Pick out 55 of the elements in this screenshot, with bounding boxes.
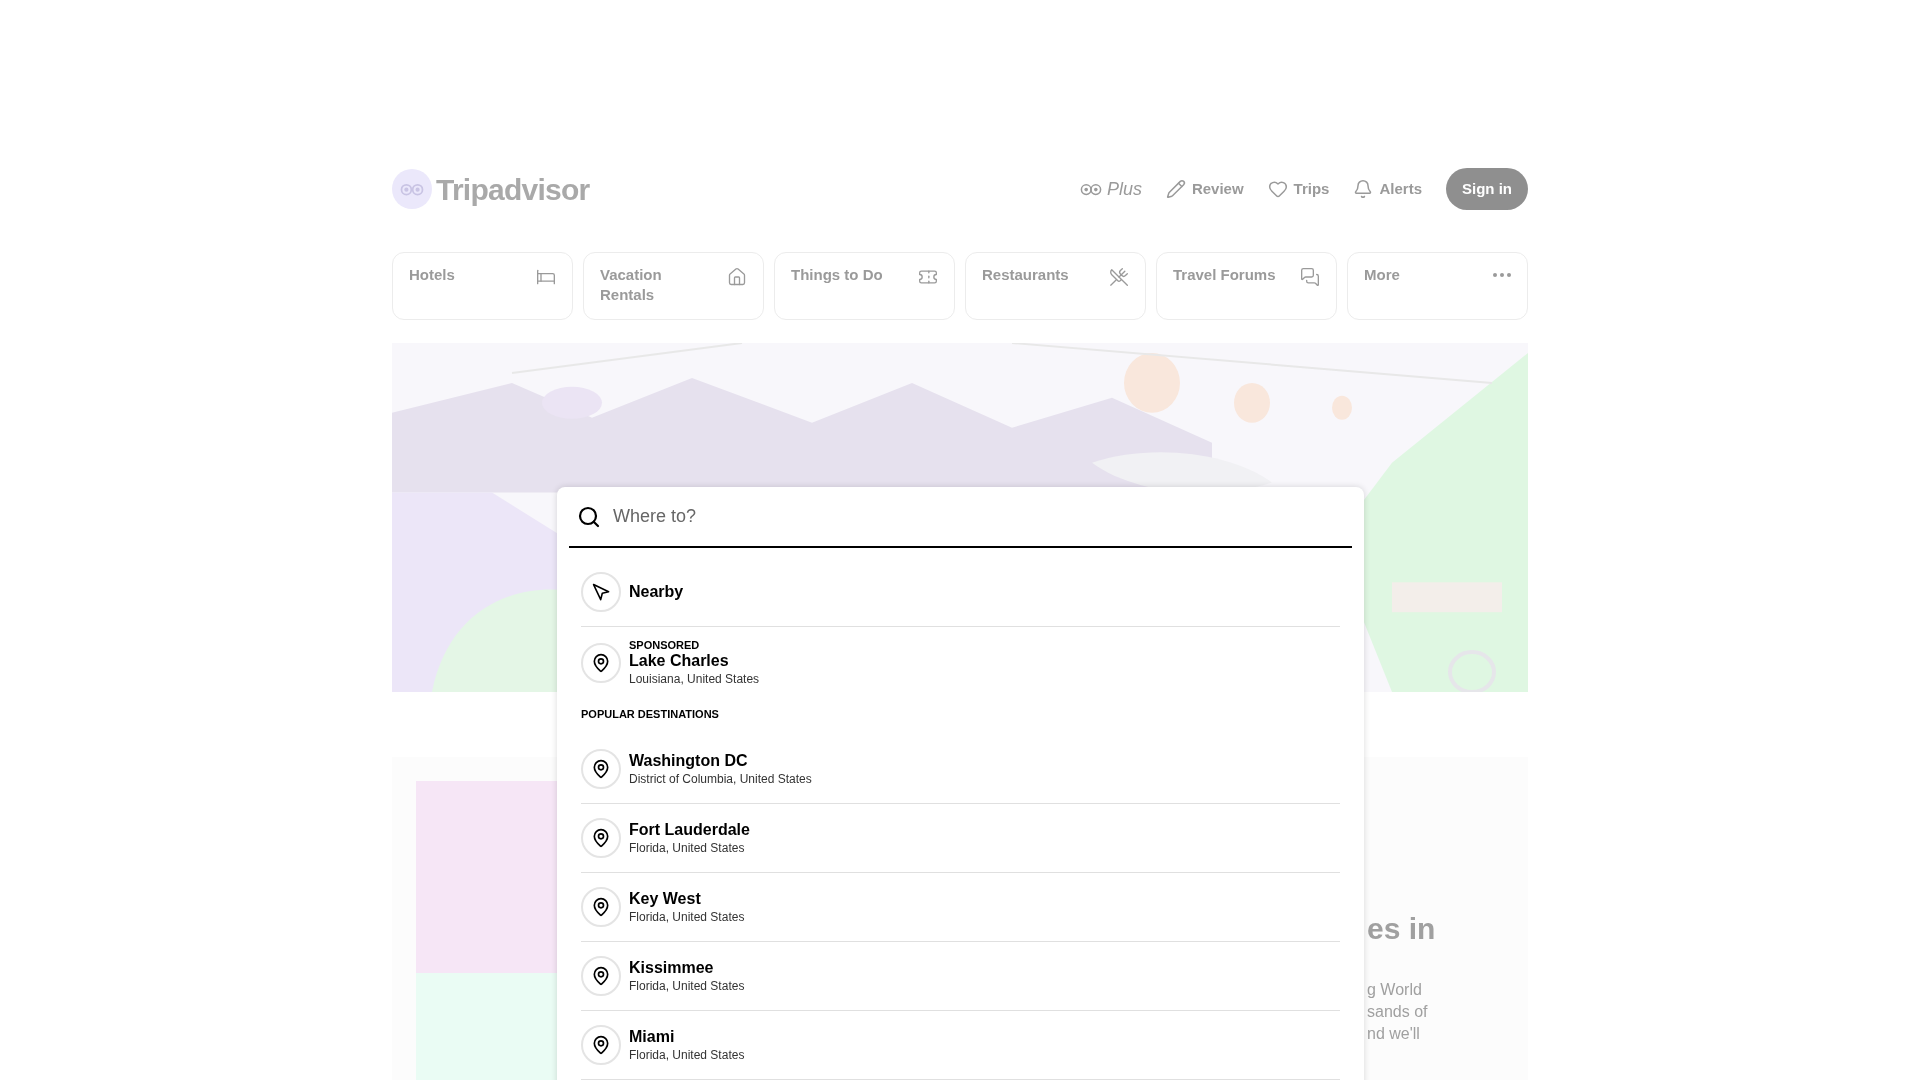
body-text-line: g World (1367, 980, 1423, 1000)
destination-region: Florida, United States (629, 977, 745, 994)
header-link[interactable]: Review (1165, 177, 1244, 201)
logo-wordmark[interactable]: Tripadvisor (436, 166, 590, 212)
category-tab[interactable]: Vacation Rentals (583, 252, 764, 320)
category-tab[interactable]: Things to Do (774, 252, 955, 320)
bell-icon (1353, 179, 1374, 199)
destination-region: District of Columbia, United States (629, 770, 812, 787)
section-label: POPULAR DESTINATIONS (581, 707, 720, 722)
suggestion-item[interactable]: Kissimmee Florida, United States (581, 941, 1340, 1011)
pencil-icon (1165, 179, 1186, 199)
header-link[interactable]: Trips (1267, 177, 1330, 201)
heart-icon (1267, 179, 1288, 199)
section-heading: es in (1367, 911, 1436, 947)
owl-eyes-icon (1078, 181, 1103, 197)
destination-region: Florida, United States (629, 908, 745, 925)
suggestion-item[interactable]: Key West Florida, United States (581, 872, 1340, 942)
destination-name: Miami (629, 1026, 676, 1047)
body-text-line: sands of (1367, 1002, 1429, 1022)
suggestion-item[interactable]: Miami Florida, United States (581, 1010, 1340, 1080)
utensils-icon (1109, 267, 1129, 287)
category-tab[interactable]: Hotels (392, 252, 573, 320)
location-pin-icon (581, 886, 621, 927)
category-tab[interactable]: Restaurants (965, 252, 1146, 320)
owl-logo-icon (392, 169, 432, 209)
suggestion-item[interactable]: Washington DC District of Columbia, United States (581, 734, 1340, 804)
destination-region: Louisiana, United States (629, 670, 760, 687)
sponsored-label: SPONSORED (629, 638, 701, 651)
location-pin-icon (581, 748, 621, 789)
location-pin-icon (581, 1024, 621, 1065)
sign-in-button[interactable]: Sign in (1446, 168, 1528, 210)
chat-icon (1300, 267, 1320, 287)
destination-name: Kissimmee (629, 957, 715, 978)
destination-region: Florida, United States (629, 839, 746, 856)
house-icon (727, 267, 747, 287)
body-text-line: nd we'll (1367, 1024, 1421, 1044)
more-icon (1493, 273, 1511, 277)
suggestion-item[interactable]: Nearby (581, 562, 1340, 627)
location-pin-icon (581, 955, 621, 996)
destination-name: Fort Lauderdale (629, 819, 750, 840)
suggestion-item[interactable]: SPONSORED Lake Charles Louisiana, United States (581, 627, 1340, 698)
destination-name: Lake Charles (629, 650, 730, 671)
plus-link[interactable]: Plus (1078, 175, 1142, 203)
category-tab[interactable]: Travel Forums (1156, 252, 1337, 320)
destination-region: Florida, United States (629, 1046, 745, 1063)
suggestion-item[interactable]: Fort Lauderdale Florida, United States (581, 803, 1340, 873)
location-pin-icon (581, 817, 621, 858)
destination-name: Key West (629, 888, 702, 909)
header-link[interactable]: Alerts (1353, 177, 1422, 201)
location-pin-icon (581, 642, 621, 683)
category-tab[interactable]: More (1347, 252, 1528, 320)
search-icon (577, 504, 601, 529)
bed-icon (536, 267, 556, 287)
search-input[interactable]: Where to? (613, 503, 1344, 530)
destination-name: Washington DC (629, 750, 749, 771)
